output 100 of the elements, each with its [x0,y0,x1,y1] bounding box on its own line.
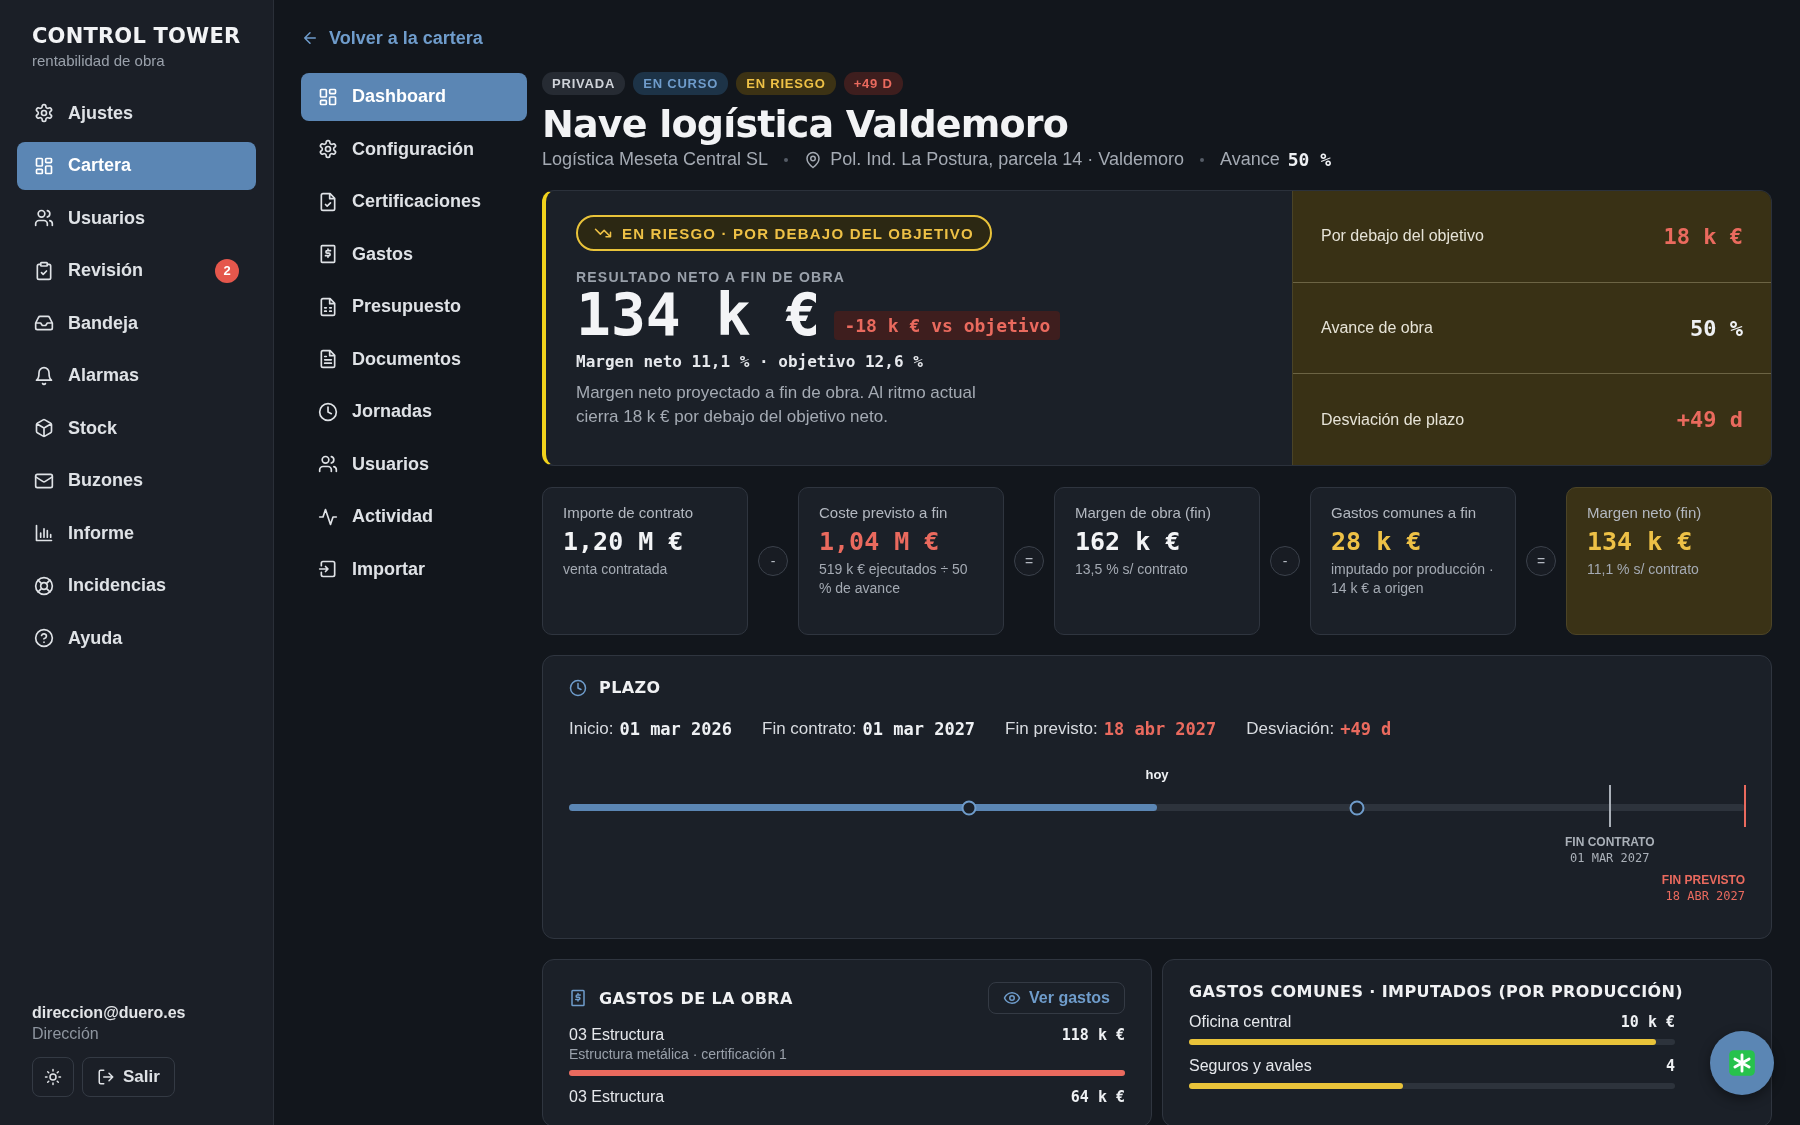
sidebar-item[interactable]: Usuarios [17,194,256,242]
stat-value: 50 % [1690,315,1743,341]
sidebar-item[interactable]: Bandeja [17,299,256,347]
deadline-date: 18 ABR 2027 [1665,889,1745,903]
operator-sign: - [1270,546,1300,576]
fact-value: 01 mar 2026 [619,719,732,739]
progress-label: Avance [1220,149,1280,170]
users-icon [34,208,54,228]
result-note: Margen neto proyectado a fin de obra. Al ritmo actual cierra 18 k € por debajo del objetivo neto. [576,381,977,428]
status-tag: EN RIESGO [736,72,836,95]
asterisk-icon [1728,1049,1756,1077]
metric-label: Importe de contrato [563,504,695,521]
logout-button[interactable]: Salir [82,1057,175,1097]
users-icon [318,454,338,474]
delta-badge: -18 k € vs objetivo [834,310,1061,340]
clipboard-icon [34,260,54,281]
operator-sign: = [1526,546,1556,576]
subnav-item[interactable]: Actividad [301,492,527,541]
subnav-item[interactable]: Certificaciones [301,177,527,226]
subnav-item[interactable]: Dashboard [301,72,527,121]
receipt-icon [569,989,587,1007]
client-name: Logística Meseta Central SL [542,149,769,170]
margin-summary: Margen neto 11,1 % · objetivo 12,6 % [576,351,923,371]
sidebar-item[interactable]: Stock [17,404,256,452]
document-icon [318,349,338,369]
metric-label: Margen de obra (fin) [1075,504,1212,521]
status-tag: +49 D [843,72,903,95]
deadline-title: FIN PREVISTO [1661,873,1745,887]
expense-value: 64 k € [1070,1088,1125,1106]
user-role: Dirección [32,1025,100,1043]
user-email: direccion@duero.es [32,1004,187,1022]
sun-icon [44,1068,62,1086]
logout-icon [97,1068,115,1086]
project-title: Nave logística Valdemoro [542,101,1070,147]
expense-name: 03 Estructura [569,1026,665,1044]
fact-label: Fin previsto: [1005,719,1098,739]
sidebar-item[interactable]: Ajustes [17,89,256,137]
fact-label: Desviación: [1246,719,1335,739]
section-title: GASTOS DE LA OBRA [599,988,793,1008]
fact-value: 18 abr 2027 [1103,719,1217,739]
count-badge: 2 [215,258,239,283]
settings-icon [318,139,338,159]
theme-toggle-button[interactable] [32,1057,74,1097]
settings-icon [34,103,54,123]
deadline-date: 01 MAR 2027 [1570,851,1650,865]
sidebar-item[interactable]: Cartera [17,141,256,190]
operator-sign: - [758,546,788,576]
help-icon [34,628,54,648]
clock-icon [318,401,338,422]
expense-detail: Estructura metálica · certificación 1 [569,1046,788,1062]
subnav-item[interactable]: Jornadas [301,387,527,436]
sidebar-item[interactable]: Ayuda [17,614,256,662]
sidebar-item[interactable]: Alarmas [17,351,256,400]
back-link[interactable]: Volver a la cartera [301,26,527,50]
result-value: 134 k € [576,285,821,346]
back-arrow-icon [301,29,319,47]
fact-label: Fin contrato: [762,719,857,739]
cube-icon [34,418,54,438]
fact-value: 01 mar 2027 [862,719,976,739]
metric-value: 1,20 M € [563,527,685,556]
metric-label: Margen neto (fin) [1587,504,1703,521]
grid-icon [34,155,54,176]
inbox-icon [34,313,54,333]
subnav-item[interactable]: Documentos [301,335,527,383]
metric-value: 28 k € [1331,527,1423,556]
metric-note: 13,5 % s/ contrato [1075,560,1189,579]
metric-note: venta contratada [563,560,669,579]
subnav-item[interactable]: Gastos [301,230,527,278]
stat-value: 18 k € [1663,223,1743,249]
clock-icon [569,678,587,697]
expense-name: Seguros y avales [1189,1057,1312,1075]
stat-value: +49 d [1676,407,1743,433]
project-location: Pol. Ind. La Postura, parcela 14 · Valdemoro [830,149,1184,170]
fact-value: +49 d [1340,719,1392,739]
stat-label: Desviación de plazo [1321,410,1465,429]
progress-value: 50 % [1287,149,1332,170]
expense-name: 03 Estructura [569,1088,665,1106]
sidebar-item[interactable]: Buzones [17,456,256,505]
view-expenses-button[interactable]: Ver gastos [988,982,1125,1014]
bar-chart-icon [34,523,54,543]
risk-alert-badge: EN RIESGO · POR DEBAJO DEL OBJETIVO [576,215,992,251]
receipt-icon [318,244,338,264]
section-title: PLAZO [599,678,661,697]
operator-sign: = [1014,546,1044,576]
file-check-icon [318,191,338,212]
today-label: hoy [1145,767,1169,782]
metric-label: Coste previsto a fin [819,504,949,521]
metric-value: 162 k € [1075,527,1182,556]
milestone-marker [1349,800,1365,815]
sidebar-item[interactable]: Revisión 2 [17,246,256,295]
sidebar-item[interactable]: Incidencias [17,561,256,610]
subnav-item[interactable]: Importar [301,545,527,593]
sidebar-item[interactable]: Informe [17,509,256,557]
eye-icon [1003,989,1022,1007]
subnav-item[interactable]: Usuarios [301,440,527,488]
spreadsheet-icon [318,296,338,317]
subnav-item[interactable]: Configuración [301,125,527,173]
subnav-item[interactable]: Presupuesto [301,282,527,331]
grid-icon [318,86,338,107]
expense-value: 10 k € [1620,1013,1675,1031]
